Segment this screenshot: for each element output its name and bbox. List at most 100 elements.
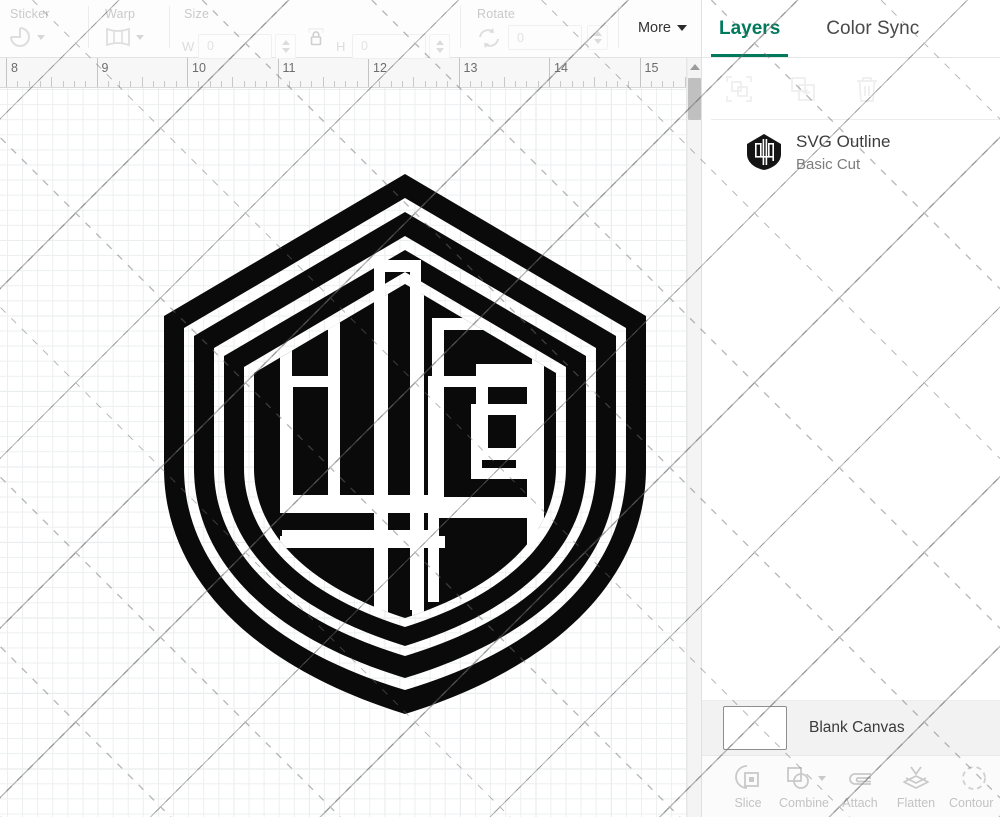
slice-icon[interactable]: [733, 763, 763, 793]
toolbar-group-warp[interactable]: Warp: [89, 0, 169, 58]
ruler-minor-tick: [40, 81, 41, 87]
canvas-thumbnail[interactable]: [723, 706, 787, 750]
height-field[interactable]: H 0: [336, 34, 450, 59]
sticker-label: Sticker: [8, 0, 88, 21]
warp-icon[interactable]: [103, 25, 144, 49]
ruler-minor-tick: [289, 81, 290, 87]
ruler-minor-tick: [266, 81, 267, 87]
attach-icon[interactable]: [845, 763, 875, 793]
rotate-label: Rotate: [475, 0, 608, 21]
ruler-minor-tick: [142, 77, 143, 87]
blank-canvas-row[interactable]: Blank Canvas: [702, 700, 1000, 755]
aspect-lock-button[interactable]: [301, 25, 331, 67]
ruler-tick-label: 15: [645, 61, 659, 75]
ruler-minor-tick: [210, 81, 211, 87]
scrollbar-track: [687, 58, 688, 817]
sticker-icon[interactable]: [8, 25, 45, 49]
list-item[interactable]: SVG Outline Basic Cut: [702, 122, 1000, 183]
ruler-minor-tick: [17, 81, 18, 87]
tab-layers-label: Layers: [719, 18, 780, 40]
width-stepper[interactable]: [275, 34, 296, 59]
slice-label: Slice: [734, 796, 761, 810]
ruler-minor-tick: [606, 81, 607, 87]
ruler-minor-tick: [311, 81, 312, 87]
combine-button[interactable]: Combine: [776, 763, 832, 810]
shield-thumbnail-icon: [746, 133, 782, 171]
combine-icon[interactable]: [783, 763, 826, 793]
tab-layers[interactable]: Layers: [711, 0, 788, 58]
toolbar-divider: [618, 6, 619, 48]
ruler-tick-8: 8: [6, 58, 7, 88]
contour-icon[interactable]: [959, 763, 989, 793]
flatten-icon[interactable]: [901, 763, 931, 793]
ruler-minor-tick: [538, 81, 539, 87]
scrollbar-thumb[interactable]: [688, 78, 701, 120]
ruler-minor-tick: [594, 77, 595, 87]
ruler-minor-tick: [492, 81, 493, 87]
ruler-minor-tick: [617, 81, 618, 87]
ruler-minor-tick: [413, 77, 414, 87]
height-input[interactable]: 0: [352, 34, 426, 59]
more-label: More: [638, 20, 671, 36]
contour-label: Contour: [949, 796, 999, 810]
group-icon[interactable]: [724, 74, 754, 104]
height-label: H: [336, 39, 349, 54]
ruler-minor-tick: [221, 81, 222, 87]
slice-button[interactable]: Slice: [720, 763, 776, 810]
ruler-minor-tick: [402, 81, 403, 87]
flatten-button[interactable]: Flatten: [888, 763, 944, 810]
toolbar-group-size: Size W 0 H 0: [170, 0, 450, 58]
attach-button[interactable]: Attach: [832, 763, 888, 810]
ruler-minor-tick: [300, 81, 301, 87]
ruler-minor-tick: [153, 81, 154, 87]
chevron-down-icon[interactable]: [677, 25, 687, 31]
design-canvas[interactable]: [0, 88, 686, 817]
layer-title: SVG Outline: [796, 132, 891, 152]
rotate-icon[interactable]: [475, 26, 503, 50]
ruler-minor-tick: [176, 81, 177, 87]
ruler-tick-label: 14: [554, 61, 568, 75]
ruler-minor-tick: [425, 81, 426, 87]
ruler-tick-15: 15: [640, 58, 641, 88]
duplicate-icon[interactable]: [788, 74, 818, 104]
ruler-minor-tick: [244, 81, 245, 87]
ruler-minor-tick: [232, 77, 233, 87]
shield-49-artwork[interactable]: [160, 168, 650, 718]
ruler-minor-tick: [85, 81, 86, 87]
ruler-minor-tick: [673, 81, 674, 87]
ruler-minor-tick: [447, 81, 448, 87]
rotate-input[interactable]: 0: [508, 25, 582, 50]
ruler-tick-label: 8: [11, 61, 18, 75]
ruler-minor-tick: [481, 81, 482, 87]
height-stepper[interactable]: [429, 34, 450, 59]
width-input[interactable]: 0: [198, 34, 272, 59]
rotate-stepper[interactable]: [587, 25, 608, 50]
ruler-minor-tick: [504, 77, 505, 87]
combine-label: Combine: [779, 796, 829, 810]
ruler-minor-tick: [323, 77, 324, 87]
chevron-down-icon[interactable]: [37, 35, 45, 40]
ruler-minor-tick: [583, 81, 584, 87]
bottom-tool-bar: Slice Combine: [702, 755, 1000, 817]
scroll-up-arrow-icon[interactable]: [689, 61, 700, 72]
warp-label: Warp: [103, 0, 169, 21]
canvas-vertical-scrollbar[interactable]: [686, 58, 701, 817]
contour-button[interactable]: Contour: [946, 763, 1000, 810]
chevron-down-icon[interactable]: [818, 776, 826, 781]
ruler-minor-tick: [108, 81, 109, 87]
toolbar-group-sticker[interactable]: Sticker: [0, 0, 88, 58]
delete-icon[interactable]: [852, 74, 882, 104]
chevron-down-icon[interactable]: [136, 35, 144, 40]
width-field[interactable]: W 0: [182, 34, 296, 59]
right-panel: Layers Color Sync: [701, 0, 1000, 817]
tab-color-sync[interactable]: Color Sync: [818, 0, 927, 58]
ruler-minor-tick: [560, 81, 561, 87]
actions-divider: [711, 119, 1000, 120]
more-button[interactable]: More: [638, 20, 687, 36]
cricut-design-space-window: Sticker Warp: [0, 0, 1000, 817]
panel-tabs: Layers Color Sync: [702, 0, 1000, 58]
toolbar-group-rotate: Rotate 0: [461, 0, 608, 58]
ruler-tick-9: 9: [97, 58, 98, 88]
ruler-minor-tick: [436, 81, 437, 87]
ruler-tick-label: 9: [102, 61, 109, 75]
